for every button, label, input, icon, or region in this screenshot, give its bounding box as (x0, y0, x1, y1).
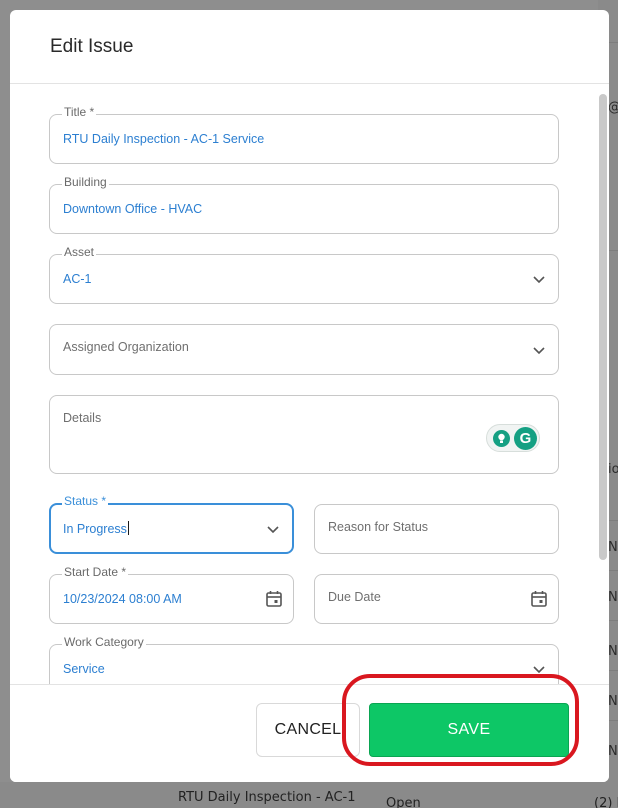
dialog-scrollbar[interactable] (599, 94, 607, 560)
background-fragment: io (608, 462, 618, 477)
save-button[interactable]: SAVE (369, 703, 569, 757)
chevron-down-icon[interactable] (532, 662, 546, 676)
assigned-organization-select[interactable]: Assigned Organization (49, 324, 559, 375)
chevron-down-icon[interactable] (532, 272, 546, 286)
work-category-value: Service (63, 662, 105, 676)
start-date-field[interactable]: Start Date * 10/23/2024 08:00 AM (49, 565, 294, 624)
background-fragment: N (608, 644, 618, 659)
calendar-icon[interactable] (530, 590, 548, 608)
start-date-label: Start Date * (62, 565, 129, 579)
background-fragment: N (608, 744, 618, 759)
building-value: Downtown Office - HVAC (63, 202, 203, 216)
background-row-count: (2) N (594, 796, 618, 808)
status-select[interactable]: Status * In Progress (49, 494, 294, 554)
work-category-select[interactable]: Work Category Service (49, 635, 559, 684)
background-fragment: N (608, 694, 618, 709)
background-table-row: RTU Daily Inspection - AC-1 Open (2) N (0, 782, 618, 808)
grammarly-icon[interactable]: G (514, 427, 537, 450)
background-fragment: N (608, 590, 618, 605)
start-date-value: 10/23/2024 08:00 AM (63, 592, 182, 606)
building-field[interactable]: Building Downtown Office - HVAC (49, 175, 559, 234)
asset-value: AC-1 (63, 272, 92, 286)
dialog-body: Title * RTU Daily Inspection - AC-1 Serv… (10, 84, 609, 684)
cancel-button[interactable]: CANCEL (256, 703, 360, 757)
chevron-down-icon[interactable] (532, 343, 546, 357)
title-field[interactable]: Title * RTU Daily Inspection - AC-1 Serv… (49, 105, 559, 164)
background-row-status: Open (386, 796, 421, 808)
assigned-organization-label: Assigned Organization (63, 340, 189, 354)
dialog-header: Edit Issue (10, 10, 609, 84)
lightbulb-icon[interactable] (493, 430, 510, 447)
dialog-title: Edit Issue (50, 35, 134, 57)
details-textarea[interactable]: Details G (49, 395, 559, 474)
asset-select[interactable]: Asset AC-1 (49, 245, 559, 304)
calendar-icon[interactable] (265, 590, 283, 608)
background-fragment: N (608, 540, 618, 555)
reason-for-status-field[interactable]: Reason for Status (314, 504, 559, 554)
dialog-footer: CANCEL SAVE (10, 684, 609, 782)
status-value: In Progress (63, 521, 129, 536)
edit-issue-dialog: Edit Issue Title * RTU Daily Inspection … (10, 10, 609, 782)
due-date-label: Due Date (328, 590, 381, 604)
background-row-title: RTU Daily Inspection - AC-1 (178, 790, 356, 805)
text-cursor (127, 521, 129, 535)
grammarly-widget[interactable]: G (486, 424, 540, 452)
building-label: Building (62, 175, 109, 189)
due-date-field[interactable]: Due Date (314, 574, 559, 624)
chevron-down-icon[interactable] (266, 522, 280, 536)
reason-for-status-label: Reason for Status (328, 520, 429, 534)
details-label: Details (63, 411, 102, 425)
asset-label: Asset (62, 245, 97, 259)
status-label: Status * (62, 494, 109, 508)
work-category-label: Work Category (62, 635, 146, 649)
title-value: RTU Daily Inspection - AC-1 Service (63, 132, 265, 146)
background-fragment: @ (608, 100, 618, 115)
title-label: Title * (62, 105, 97, 119)
